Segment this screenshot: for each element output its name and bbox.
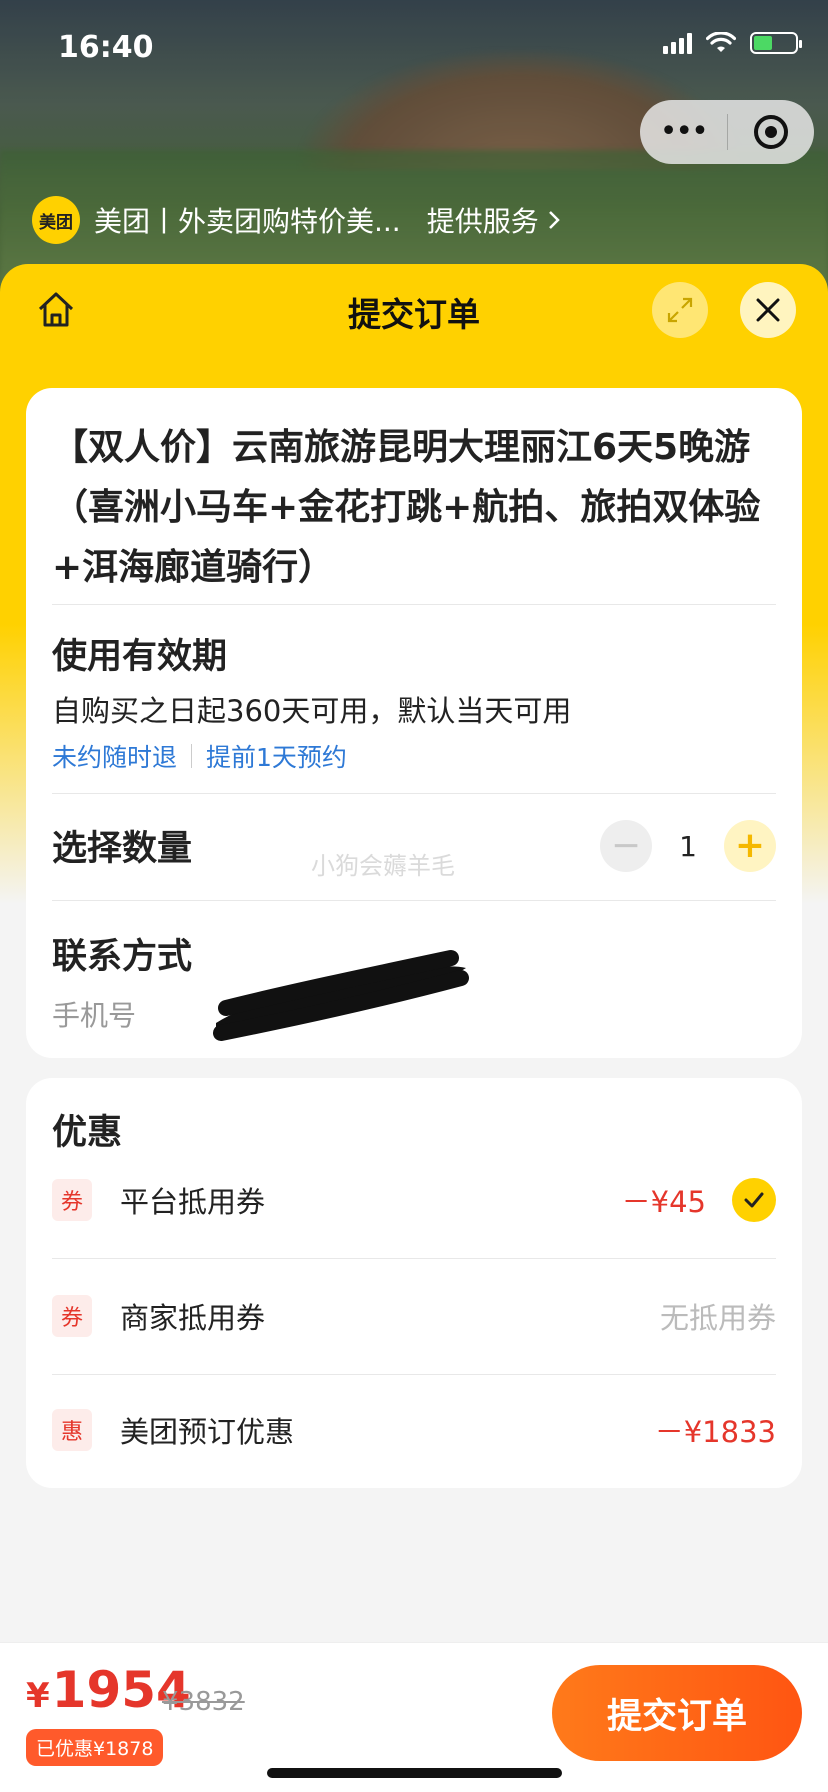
wifi-icon (706, 32, 736, 52)
quantity-value: 1 (679, 829, 697, 863)
tag-reservation: 提前1天预约 (206, 743, 347, 772)
battery-icon (750, 32, 802, 54)
discount-value: －¥1833 (654, 1415, 776, 1449)
target-circle-icon (753, 115, 788, 149)
status-icons (663, 32, 802, 54)
meituan-logo: 美团 (32, 196, 80, 244)
close-button[interactable] (740, 282, 796, 338)
phone-redaction-scribble (213, 950, 469, 1041)
discount-card: 优惠 券 平台抵用券 －¥45 券 商家抵用券 无抵用券 惠 美团预订优惠 －¥… (26, 1078, 802, 1488)
phone-label: 手机号 (52, 999, 137, 1032)
divider (52, 900, 776, 901)
close-icon (756, 298, 780, 322)
close-miniapp-button[interactable] (728, 100, 815, 164)
watermark: 小狗会薅羊毛 (311, 852, 455, 880)
service-link[interactable]: 提供服务 (427, 200, 561, 240)
divider (52, 793, 776, 794)
checkmark-icon[interactable] (732, 1178, 776, 1222)
contact-label: 联系方式 (52, 937, 193, 977)
expand-button[interactable] (652, 282, 708, 338)
coupon-icon: 券 (52, 1179, 92, 1221)
tag-refund: 未约随时退 (52, 743, 178, 772)
expand-icon (667, 297, 693, 323)
discount-name: 商家抵用券 (120, 1301, 266, 1335)
decrease-button[interactable]: − (600, 820, 652, 872)
divider (52, 604, 776, 605)
discount-title: 优惠 (52, 1113, 123, 1153)
divider (52, 1258, 776, 1259)
validity-tags: 未约随时退 提前1天预约 (52, 738, 347, 774)
chevron-right-icon (548, 211, 560, 229)
coupon-icon: 券 (52, 1295, 92, 1337)
brand-row[interactable]: 美团 美团丨外卖团购特价美... 提供服务 (32, 196, 561, 244)
increase-button[interactable]: + (724, 820, 776, 872)
currency-symbol: ¥ (26, 1676, 50, 1716)
miniapp-capsule: ••• (640, 100, 814, 164)
more-button[interactable]: ••• (640, 100, 727, 164)
quantity-label: 选择数量 (52, 829, 193, 869)
validity-label: 使用有效期 (52, 637, 228, 677)
product-title: 【双人价】云南旅游昆明大理丽江6天5晚游（喜洲小马车+金花打跳+航拍、旅拍双体验… (52, 427, 761, 588)
discount-name: 美团预订优惠 (120, 1415, 295, 1449)
validity-text: 自购买之日起360天可用，默认当天可用 (52, 694, 572, 728)
discount-value: －¥45 (621, 1185, 706, 1219)
saved-badge: 已优惠¥1878 (26, 1729, 164, 1766)
original-price: ¥3832 (162, 1687, 245, 1717)
discount-name: 平台抵用券 (120, 1185, 266, 1219)
promo-icon: 惠 (52, 1409, 92, 1451)
home-indicator (267, 1768, 562, 1778)
quantity-stepper: − 1 + (600, 820, 776, 872)
discount-row-platform[interactable]: 券 平台抵用券 －¥45 (52, 1170, 776, 1230)
order-info-card: 【双人价】云南旅游昆明大理丽江6天5晚游（喜洲小马车+金花打跳+航拍、旅拍双体验… (26, 388, 802, 1058)
cellular-signal-icon (663, 32, 692, 54)
submit-order-button[interactable]: 提交订单 (552, 1665, 802, 1761)
divider (52, 1374, 776, 1375)
brand-name: 美团丨外卖团购特价美... (94, 205, 401, 238)
status-time: 16:40 (58, 30, 154, 65)
discount-row-booking[interactable]: 惠 美团预订优惠 －¥1833 (52, 1400, 776, 1460)
discount-row-merchant[interactable]: 券 商家抵用券 无抵用券 (52, 1286, 776, 1346)
discount-value: 无抵用券 (659, 1301, 776, 1335)
more-dots-icon: ••• (659, 114, 709, 149)
